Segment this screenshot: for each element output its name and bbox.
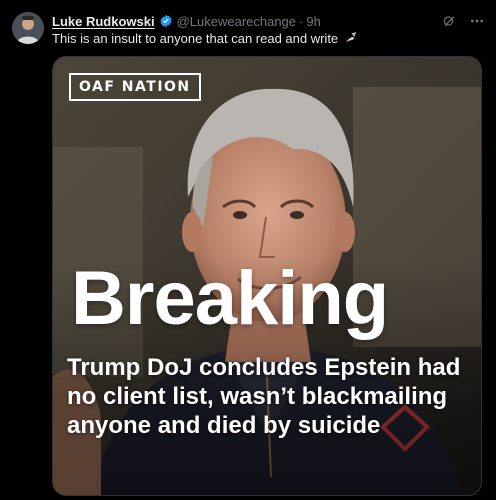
writing-hand-icon (344, 31, 358, 48)
grok-icon[interactable] (440, 12, 458, 30)
avatar[interactable] (12, 12, 44, 44)
display-name[interactable]: Luke Rudkowski (52, 14, 155, 29)
tweet-text: This is an insult to anyone that can rea… (52, 31, 358, 48)
verified-badge-icon[interactable] (159, 14, 173, 28)
separator-dot: · (299, 13, 304, 29)
tweet-text-body: This is an insult to anyone that can rea… (52, 31, 339, 46)
tweet-card[interactable]: Luke Rudkowski @Lukewearechange · 9h Thi… (0, 0, 496, 500)
tweet-header: Luke Rudkowski @Lukewearechange · 9h (52, 12, 321, 30)
watermark-logo: OAF NATION (69, 73, 201, 101)
headline-text: Trump DoJ concludes Epstein had no clien… (67, 354, 461, 439)
user-handle[interactable]: @Lukewearechange (177, 14, 296, 29)
more-icon[interactable] (468, 12, 486, 30)
header-actions (440, 12, 486, 30)
timestamp[interactable]: 9h (306, 14, 320, 29)
tweet-media-image[interactable]: OAF NATION Breaking Trump DoJ concludes … (52, 56, 482, 496)
breaking-title: Breaking (71, 256, 389, 341)
